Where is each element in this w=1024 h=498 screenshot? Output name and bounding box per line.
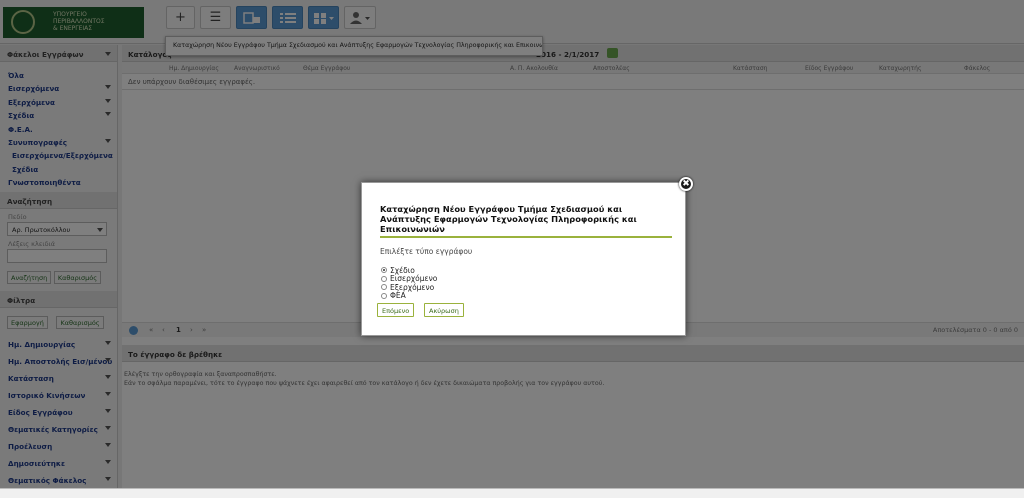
browser-status-bar <box>0 488 1024 498</box>
next-button[interactable]: Επόμενο <box>377 303 415 317</box>
radio-outgoing[interactable]: Εξερχόμενο <box>381 283 685 292</box>
radio-fea[interactable]: ΦΕΑ <box>381 291 685 301</box>
radio-dot[interactable] <box>381 292 387 299</box>
cancel-button[interactable]: Ακύρωση <box>424 303 464 317</box>
radio-draft[interactable]: Σχέδιο <box>381 266 685 275</box>
radio-dot[interactable] <box>381 267 387 274</box>
radio-dot[interactable] <box>381 284 387 291</box>
radio-incoming[interactable]: Εισερχόμενο <box>381 274 685 283</box>
radio-label: ΦΕΑ <box>390 291 406 301</box>
close-icon[interactable]: ✖ <box>679 177 693 191</box>
new-document-dialog: Καταχώρηση Νέου Εγγράφου Τμήμα Σχεδιασμο… <box>361 182 686 336</box>
dialog-title: Καταχώρηση Νέου Εγγράφου Τμήμα Σχεδιασμο… <box>380 204 672 238</box>
dialog-subtitle: Επιλέξτε τύπο εγγράφου <box>380 247 473 256</box>
radio-dot[interactable] <box>381 275 387 282</box>
